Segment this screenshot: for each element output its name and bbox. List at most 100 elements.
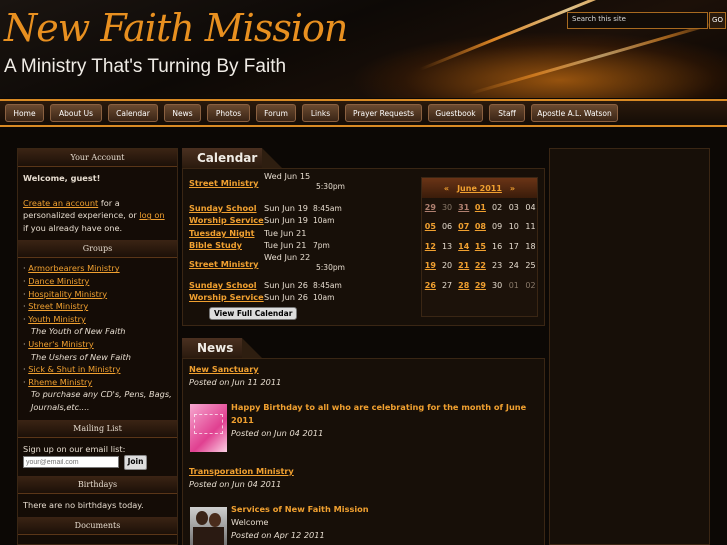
header-light-streak bbox=[469, 17, 727, 95]
birthdays-text: There are no birthdays today. bbox=[23, 499, 144, 510]
news-title[interactable]: Transporation Ministry bbox=[189, 465, 294, 478]
calendar-section: Calendar Street Ministry Wed Jun 15 5:30pm… bbox=[182, 148, 545, 326]
news-title[interactable]: New Sanctuary bbox=[189, 363, 281, 376]
site-title[interactable]: New Faith Mission bbox=[4, 6, 348, 50]
event-link[interactable]: Bible Study bbox=[189, 240, 242, 250]
email-field[interactable] bbox=[23, 456, 119, 469]
news-tab: News bbox=[182, 338, 274, 358]
calendar-day[interactable]: 14 bbox=[455, 237, 472, 256]
calendar-day[interactable]: 15 bbox=[472, 237, 489, 256]
calendar-day: 30 bbox=[492, 280, 503, 290]
nav-news[interactable]: News bbox=[164, 104, 201, 122]
calendar-day[interactable]: 05 bbox=[422, 217, 439, 236]
calendar-day: 25 bbox=[525, 261, 536, 271]
event-date: Sun Jun 19 bbox=[264, 215, 308, 225]
group-item: · Usher's Ministry bbox=[23, 338, 172, 351]
news-section: News New Sanctuary Posted on Jun 11 2011… bbox=[182, 338, 545, 545]
calendar-day[interactable]: 29 bbox=[422, 198, 439, 217]
group-link[interactable]: Hospitality Ministry bbox=[28, 289, 107, 299]
event-link[interactable]: Tuesday Night bbox=[189, 228, 255, 238]
nav-photos[interactable]: Photos bbox=[207, 104, 250, 122]
view-full-calendar-button[interactable]: View Full Calendar bbox=[209, 307, 298, 320]
calendar-panel: Street Ministry Wed Jun 15 5:30pm Sunday Sc… bbox=[182, 168, 545, 326]
group-link[interactable]: Street Ministry bbox=[28, 301, 88, 311]
group-link[interactable]: Sick & Shut in Ministry bbox=[28, 364, 120, 374]
log-on-suffix: if you already have one. bbox=[23, 222, 123, 233]
nav-home[interactable]: Home bbox=[5, 104, 44, 122]
welcome-text: Welcome, guest! bbox=[23, 173, 101, 183]
birthday-thumbnail[interactable] bbox=[190, 404, 227, 452]
calendar-day: 06 bbox=[441, 222, 453, 232]
event-time: 5:30pm bbox=[316, 263, 345, 272]
nav-calendar[interactable]: Calendar bbox=[108, 104, 158, 122]
calendar-day: 27 bbox=[441, 280, 453, 290]
search-go-button[interactable]: GO bbox=[709, 12, 726, 29]
group-link[interactable]: Dance Ministry bbox=[28, 276, 89, 286]
nav-apostle[interactable]: Apostle A.L. Watson bbox=[531, 104, 618, 122]
nav-links[interactable]: Links bbox=[302, 104, 339, 122]
nav-guestbook[interactable]: Guestbook bbox=[428, 104, 483, 122]
calendar-day[interactable]: 26 bbox=[422, 276, 439, 295]
search-input[interactable]: Search this site bbox=[567, 12, 708, 29]
event-link[interactable]: Worship Service bbox=[189, 215, 264, 225]
mini-calendar-header: « June 2011 » bbox=[422, 178, 537, 198]
group-link[interactable]: Rheme Ministry bbox=[28, 377, 92, 387]
person-photo-shape bbox=[196, 511, 208, 525]
calendar-day[interactable]: 08 bbox=[472, 217, 489, 236]
log-on-link[interactable]: log on bbox=[139, 210, 164, 220]
news-item: Transporation Ministry Posted on Jun 04 … bbox=[189, 465, 294, 491]
groups-list: · Armorbearers Ministry · Dance Ministry ·… bbox=[18, 258, 177, 419]
news-heading: News bbox=[197, 341, 234, 355]
event-date: Sun Jun 26 bbox=[264, 292, 308, 302]
group-item: · Rheme Ministry bbox=[23, 376, 172, 389]
calendar-day: 18 bbox=[525, 241, 536, 251]
group-link[interactable]: Youth Ministry bbox=[28, 314, 86, 324]
news-subtitle: Welcome bbox=[231, 517, 269, 527]
news-item: Happy Birthday to all who are celebratin… bbox=[231, 401, 544, 440]
group-description: The Ushers of New Faith bbox=[31, 351, 131, 362]
person-photo-shape bbox=[209, 513, 221, 527]
group-item: · Sick & Shut in Ministry bbox=[23, 363, 172, 376]
calendar-day: 09 bbox=[492, 222, 503, 232]
news-title[interactable]: Happy Birthday to all who are celebratin… bbox=[231, 401, 544, 427]
calendar-day[interactable]: 21 bbox=[455, 256, 472, 275]
calendar-day: 17 bbox=[508, 241, 519, 251]
calendar-day[interactable]: 07 bbox=[455, 217, 472, 236]
calendar-day: 02 bbox=[525, 280, 536, 290]
event-link[interactable]: Street Ministry bbox=[189, 178, 258, 188]
event-link[interactable]: Street Ministry bbox=[189, 259, 258, 269]
join-button[interactable]: Join bbox=[123, 455, 148, 470]
group-link[interactable]: Usher's Ministry bbox=[28, 339, 93, 349]
site-header: New Faith Mission A Ministry That's Turn… bbox=[0, 0, 727, 98]
calendar-day[interactable]: 22 bbox=[472, 256, 489, 275]
site-tagline: A Ministry That's Turning By Faith bbox=[4, 56, 287, 77]
services-thumbnail[interactable] bbox=[190, 507, 227, 545]
event-link[interactable]: Worship Service bbox=[189, 292, 264, 302]
create-account-link[interactable]: Create an account bbox=[23, 198, 98, 208]
calendar-day[interactable]: 19 bbox=[422, 256, 439, 275]
nav-prayer-requests[interactable]: Prayer Requests bbox=[345, 104, 422, 122]
calendar-day: 03 bbox=[508, 203, 519, 212]
calendar-day[interactable]: 12 bbox=[422, 237, 439, 256]
group-item: · Armorbearers Ministry bbox=[23, 262, 172, 275]
account-heading: Your Account bbox=[18, 149, 177, 167]
calendar-day[interactable]: 01 bbox=[472, 198, 489, 217]
calendar-day[interactable]: 31 bbox=[455, 198, 472, 217]
event-link[interactable]: Sunday School bbox=[189, 203, 257, 213]
news-panel: New Sanctuary Posted on Jun 11 2011 Happ… bbox=[182, 358, 545, 545]
nav-forum[interactable]: Forum bbox=[256, 104, 296, 122]
news-meta: Posted on Jun 11 2011 bbox=[189, 377, 282, 387]
next-month-button[interactable]: » bbox=[510, 184, 515, 193]
nav-about-us[interactable]: About Us bbox=[50, 104, 102, 122]
prev-month-button[interactable]: « bbox=[444, 184, 449, 193]
calendar-day: 16 bbox=[492, 241, 503, 251]
calendar-heading: Calendar bbox=[197, 151, 258, 165]
news-title[interactable]: Services of New Faith Mission bbox=[231, 503, 369, 516]
calendar-day[interactable]: 28 bbox=[455, 276, 472, 295]
calendar-day[interactable]: 29 bbox=[472, 276, 489, 295]
nav-staff[interactable]: Staff bbox=[489, 104, 525, 122]
event-link[interactable]: Sunday School bbox=[189, 280, 257, 290]
calendar-day: 10 bbox=[508, 222, 519, 232]
group-link[interactable]: Armorbearers Ministry bbox=[28, 263, 119, 273]
month-label[interactable]: June 2011 bbox=[457, 184, 502, 193]
